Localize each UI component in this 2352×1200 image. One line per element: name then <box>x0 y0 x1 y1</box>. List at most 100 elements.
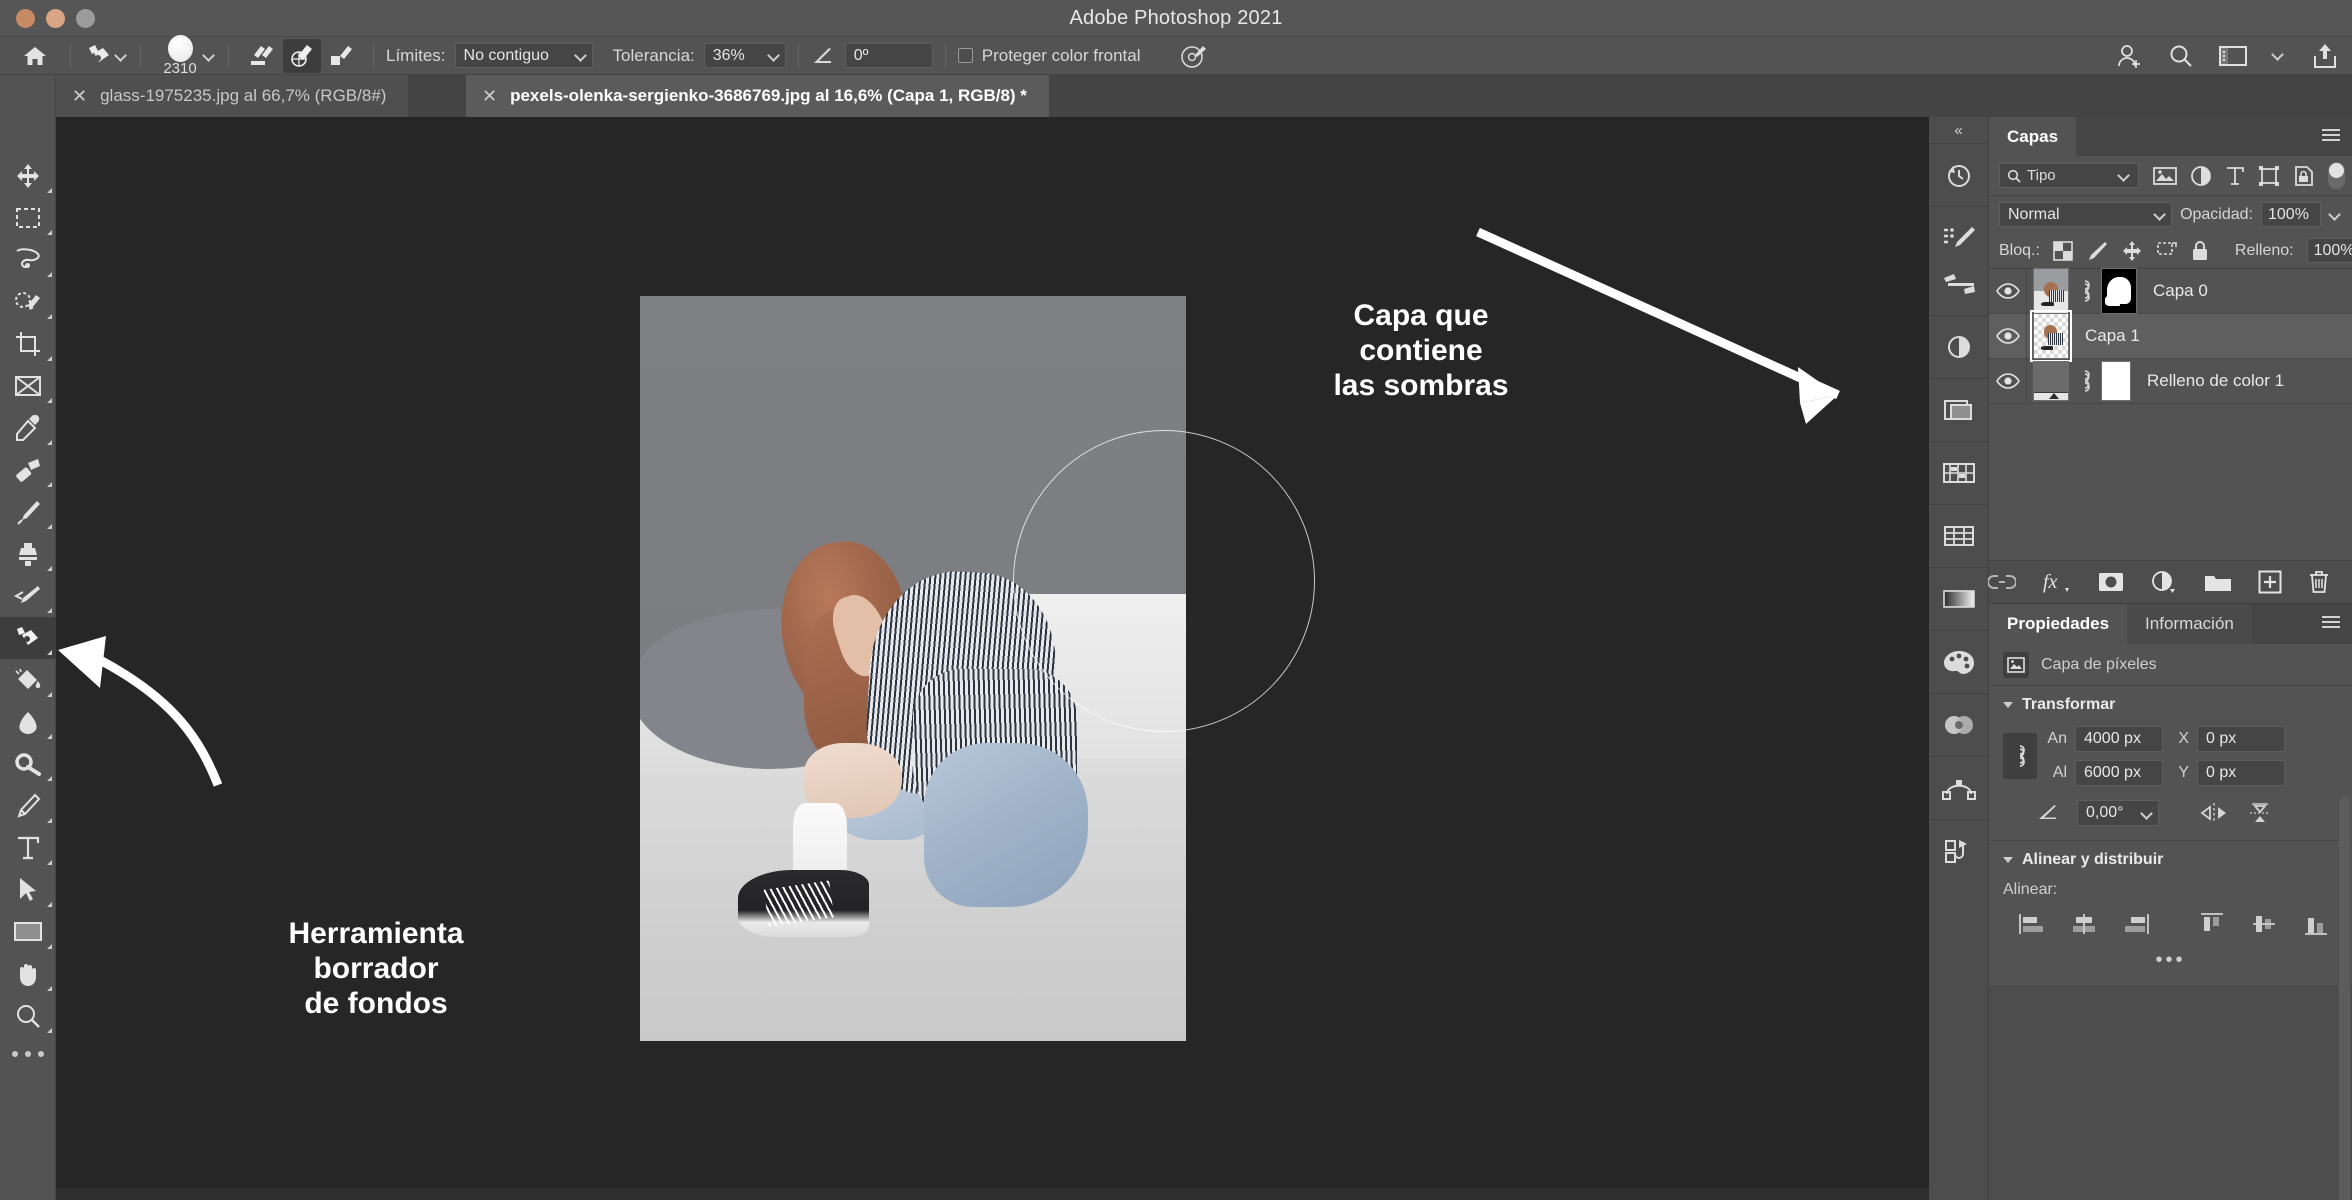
chevron-down-icon[interactable] <box>2329 208 2342 221</box>
pixel-layers-icon[interactable] <box>2153 166 2177 186</box>
protect-foreground-checkbox[interactable]: Proteger color frontal <box>957 37 1150 75</box>
actions-panel-icon[interactable] <box>1929 828 1988 874</box>
align-bottom-icon[interactable] <box>2303 913 2329 935</box>
shape-layers-icon[interactable] <box>2258 165 2280 187</box>
history-panel-icon[interactable] <box>1929 152 1988 198</box>
dodge-tool[interactable] <box>0 743 56 785</box>
add-user-icon[interactable] <box>2116 43 2144 69</box>
crop-tool[interactable] <box>0 323 56 365</box>
width-input[interactable]: 4000 px <box>2075 726 2163 752</box>
angle-input[interactable]: 0,00° <box>2077 800 2159 826</box>
sampling-once-icon[interactable] <box>283 38 321 73</box>
type-tool[interactable] <box>0 827 56 869</box>
limits-control[interactable]: Límites: No contiguo <box>386 37 593 75</box>
blend-mode-select[interactable]: Normal <box>1999 202 2173 227</box>
patterns-panel-icon[interactable] <box>1929 450 1988 496</box>
caret-down-icon[interactable] <box>2003 857 2013 863</box>
layer-filter-select[interactable]: Tipo <box>1999 163 2139 188</box>
link-layers-button[interactable] <box>1988 573 2016 591</box>
checkbox-box[interactable] <box>957 48 973 63</box>
brush-settings-panel-icon[interactable] <box>1929 215 1988 261</box>
lock-all-icon[interactable] <box>2191 240 2209 262</box>
layer-row-capa-1[interactable]: Capa 1 <box>1989 310 2352 362</box>
layer-visibility-toggle[interactable] <box>1989 269 2027 313</box>
caret-down-icon[interactable] <box>2003 702 2013 708</box>
zoom-tool[interactable] <box>0 995 56 1037</box>
search-icon[interactable] <box>2168 43 2194 69</box>
chevron-down-icon[interactable] <box>2118 169 2131 182</box>
paint-bucket-tool[interactable] <box>0 659 56 701</box>
new-group-button[interactable] <box>2204 571 2232 593</box>
pressure-size-icon[interactable] <box>1178 42 1208 70</box>
align-more-ellipsis-icon[interactable]: ••• <box>2003 949 2338 972</box>
canvas-horizontal-scrollbar[interactable] <box>56 1188 1989 1200</box>
history-brush-tool[interactable] <box>0 575 56 617</box>
tolerance-input[interactable]: 36% <box>703 43 786 68</box>
limits-select[interactable]: No contiguo <box>454 43 593 68</box>
y-input[interactable]: 0 px <box>2197 760 2285 786</box>
path-selection-tool[interactable] <box>0 869 56 911</box>
layer-visibility-toggle[interactable] <box>1989 314 2027 358</box>
align-center-horizontal-icon[interactable] <box>2071 913 2097 935</box>
chevron-down-icon[interactable] <box>115 49 128 62</box>
libraries-panel-icon[interactable] <box>1929 387 1988 433</box>
adjustments-panel-icon[interactable] <box>1929 324 1988 370</box>
layer-mask-thumbnail[interactable] <box>2101 268 2137 314</box>
hand-tool[interactable] <box>0 953 56 995</box>
delete-layer-button[interactable] <box>2308 570 2330 594</box>
brush-tool[interactable] <box>0 491 56 533</box>
tab-informacion[interactable]: Información <box>2127 604 2252 644</box>
properties-scrollbar[interactable] <box>2339 797 2350 1200</box>
layer-name[interactable]: Capa 0 <box>2153 281 2208 301</box>
type-layers-icon[interactable] <box>2225 165 2245 187</box>
channels-panel-icon[interactable] <box>1929 702 1988 748</box>
swatches-grid-panel-icon[interactable] <box>1929 513 1988 559</box>
chevron-down-icon[interactable] <box>575 49 588 62</box>
x-input[interactable]: 0 px <box>2197 726 2285 752</box>
filter-toggle-icon[interactable] <box>2328 162 2345 189</box>
solid-color-thumbnail[interactable] <box>2033 361 2069 401</box>
home-icon[interactable] <box>22 44 48 68</box>
move-tool[interactable] <box>0 155 56 197</box>
white-mask-thumbnail[interactable] <box>2101 361 2131 401</box>
clone-stamp-tool[interactable] <box>0 533 56 575</box>
panel-menu-icon[interactable] <box>2322 616 2340 631</box>
background-eraser-tool[interactable] <box>0 617 56 659</box>
flip-vertical-icon[interactable] <box>2247 801 2273 825</box>
fill-input[interactable]: 100% <box>2306 238 2352 263</box>
frame-tool[interactable] <box>0 365 56 407</box>
healing-brush-tool[interactable] <box>0 449 56 491</box>
link-icon[interactable] <box>2077 369 2093 393</box>
lasso-tool[interactable] <box>0 239 56 281</box>
lock-image-icon[interactable] <box>2086 241 2108 261</box>
chevron-down-icon[interactable] <box>768 49 781 62</box>
lock-position-icon[interactable] <box>2121 240 2143 262</box>
lock-transparency-icon[interactable] <box>2053 240 2073 261</box>
gradients-panel-icon[interactable] <box>1929 576 1988 622</box>
layer-row-capa-0[interactable]: Capa 0 <box>1989 268 2352 314</box>
layer-thumbnail[interactable] <box>2030 310 2072 362</box>
align-right-icon[interactable] <box>2123 913 2149 935</box>
align-top-icon[interactable] <box>2199 913 2225 935</box>
canvas-area[interactable]: Capa que contiene las sombras Herramient… <box>56 117 1989 1200</box>
new-layer-button[interactable] <box>2258 570 2282 594</box>
eyedropper-tool[interactable] <box>0 407 56 449</box>
close-icon[interactable]: ✕ <box>72 87 87 105</box>
paths-panel-icon[interactable] <box>1929 765 1988 811</box>
panel-menu-icon[interactable] <box>2322 129 2340 144</box>
chevron-down-icon[interactable] <box>203 49 216 62</box>
rectangular-marquee-tool[interactable] <box>0 197 56 239</box>
collapse-panels-icon[interactable]: « <box>1929 117 1988 143</box>
layer-name[interactable]: Relleno de color 1 <box>2147 371 2284 391</box>
brush-size-preview[interactable]: 2310 <box>153 34 216 77</box>
brushes-panel-icon[interactable] <box>1929 261 1988 307</box>
rectangle-tool[interactable] <box>0 911 56 953</box>
add-layer-mask-button[interactable] <box>2098 572 2124 592</box>
sampling-background-swatch-icon[interactable] <box>323 39 361 73</box>
tolerance-control[interactable]: Tolerancia: 36% <box>613 37 786 75</box>
align-section-title[interactable]: Alinear y distribuir <box>2003 851 2338 869</box>
link-dimensions-icon[interactable] <box>2003 733 2037 779</box>
adjustment-layers-icon[interactable] <box>2190 165 2212 187</box>
layer-style-button[interactable]: fx <box>2042 570 2072 594</box>
lock-artboard-icon[interactable] <box>2156 241 2178 261</box>
